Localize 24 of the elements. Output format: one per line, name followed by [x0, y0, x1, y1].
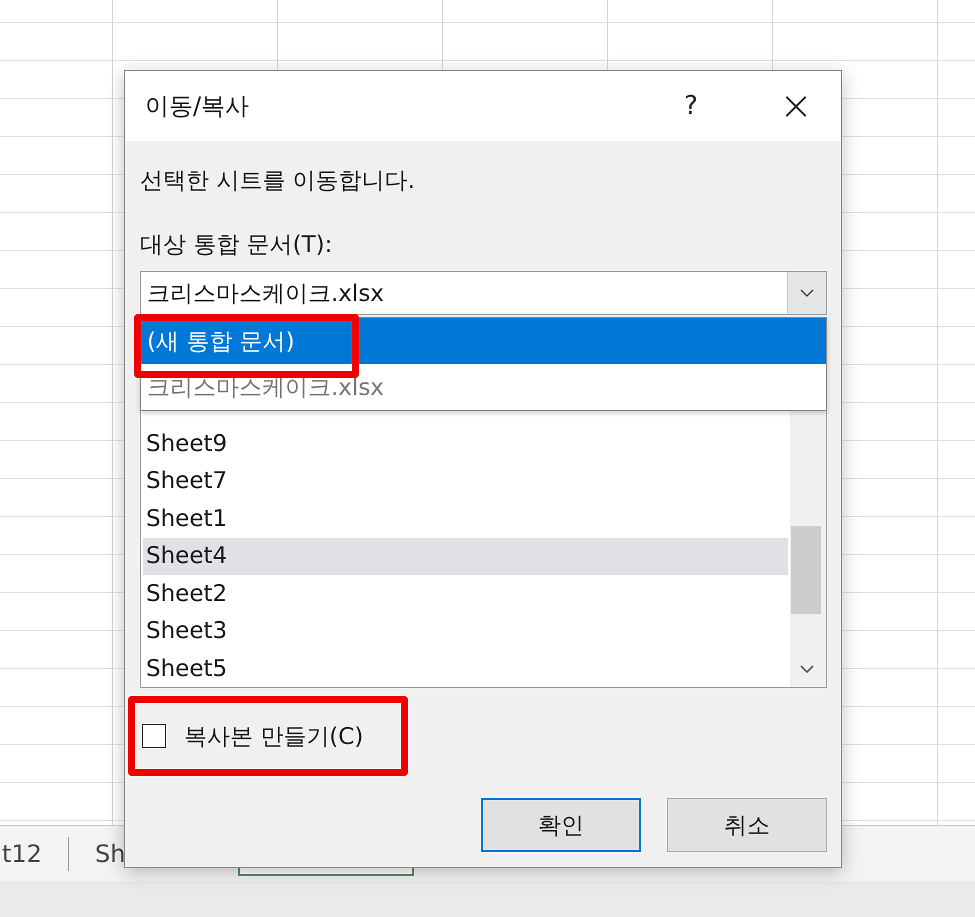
chevron-down-icon: [800, 289, 814, 297]
chevron-down-icon[interactable]: [800, 665, 814, 673]
sheet-list-item[interactable]: Sheet9: [143, 425, 788, 462]
target-workbook-label: 대상 통합 문서(T):: [140, 231, 334, 260]
scrollbar-thumb[interactable]: [791, 526, 821, 614]
sheet-tab[interactable]: Sh: [92, 840, 128, 868]
sheet-list-item[interactable]: Sheet4: [143, 538, 788, 575]
sheet-tab[interactable]: t12: [0, 840, 44, 868]
sheet-list-item[interactable]: Sheet7: [143, 462, 788, 500]
sheet-list-item[interactable]: Sheet2: [143, 575, 788, 612]
dropdown-option[interactable]: 크리스마스케이크.xlsx: [141, 364, 826, 410]
close-button[interactable]: ×: [761, 82, 831, 130]
checkbox[interactable]: [142, 724, 166, 748]
dialog-title: 이동/복사: [145, 91, 250, 122]
help-button[interactable]: ?: [661, 90, 721, 122]
target-workbook-dropdown[interactable]: 크리스마스케이크.xlsx: [140, 271, 827, 315]
dropdown-option[interactable]: (새 통합 문서): [141, 318, 826, 364]
sheet-list-item[interactable]: Sheet3: [143, 612, 788, 650]
sheet-list-item[interactable]: Sheet1: [143, 500, 788, 538]
ok-button[interactable]: 확인: [481, 798, 641, 852]
checkbox-label[interactable]: 복사본 만들기(C): [184, 720, 364, 752]
dialog-message: 선택한 시트를 이동합니다.: [140, 167, 416, 196]
cancel-button[interactable]: 취소: [667, 798, 827, 852]
sheet-list-item[interactable]: Sheet5: [143, 650, 788, 688]
